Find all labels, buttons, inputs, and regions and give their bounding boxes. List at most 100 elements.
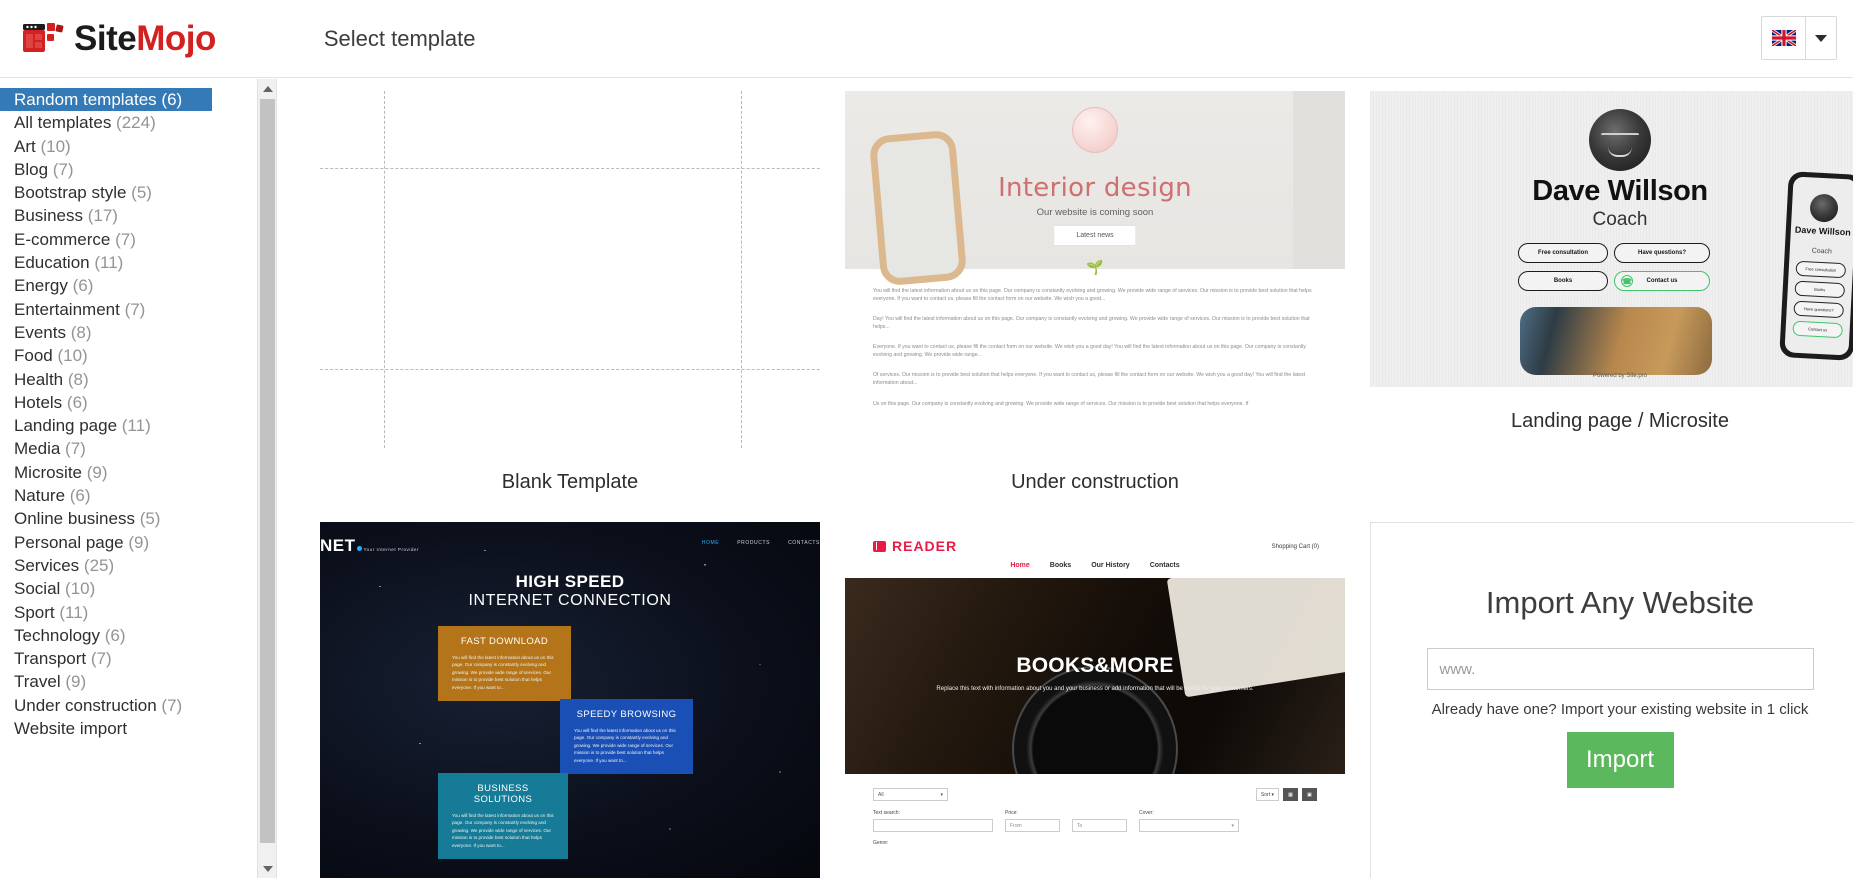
sidebar-item-energy[interactable]: Energy (6) [0,274,255,297]
template-card-reader[interactable]: READER Shopping Cart (0) Home Books Our … [845,522,1345,878]
sidebar-item-website-import[interactable]: Website import [0,717,255,740]
sidebar-item-hotels[interactable]: Hotels (6) [0,391,255,414]
sidebar-item-online-business[interactable]: Online business (5) [0,507,255,530]
united-kingdom-flag-icon[interactable] [1762,17,1806,59]
sidebar-item-personal-page[interactable]: Personal page (9) [0,531,255,554]
sidebar-item-travel[interactable]: Travel (9) [0,670,255,693]
sidebar-item-entertainment[interactable]: Entertainment (7) [0,298,255,321]
sidebar-item-count: (6) [67,276,94,296]
template-card-blank[interactable]: Blank Template [320,91,820,502]
net-headline-line2: INTERNET CONNECTION [468,592,672,609]
sidebar-item-media[interactable]: Media (7) [0,437,255,460]
sidebar-item-blog[interactable]: Blog (7) [0,158,255,181]
sidebar-item-food[interactable]: Food (10) [0,344,255,367]
sidebar-item-health[interactable]: Health (8) [0,368,255,391]
sidebar-item-label: Health [14,369,64,389]
sidebar-item-all-templates[interactable]: All templates (224) [0,111,255,134]
uc-latest-news-button[interactable]: Latest news [1053,225,1137,246]
lp-button-contact-us[interactable]: ☎ Contact us [1614,271,1710,291]
uc-paragraph: Us on this page. Our company is constant… [873,400,1249,407]
sidebar-item-label: Business [14,206,83,226]
net-card-fast-download: FAST DOWNLOAD You will find the latest i… [438,626,571,702]
sidebar-item-label: Website import [14,719,128,739]
sidebar-item-label: Sport [14,602,55,622]
sidebar-item-label: Online business [14,509,135,529]
lp-button-books[interactable]: Books [1518,271,1608,291]
reader-price-to-input[interactable]: To [1072,819,1127,832]
sidebar-item-label: Entertainment [14,299,120,319]
sidebar-item-microsite[interactable]: Microsite (9) [0,461,255,484]
template-card-net[interactable]: NET Your Internet Provider HOME PRODUCTS … [320,522,820,878]
sidebar-item-business[interactable]: Business (17) [0,204,255,227]
template-thumbnail-blank[interactable] [320,91,820,448]
brand-logo[interactable]: SiteMojo [22,19,216,59]
sidebar-scrollbar[interactable] [257,79,276,878]
sidebar-item-label: Transport [14,649,87,669]
reader-category-select[interactable]: All ▾ [873,788,948,801]
list-view-icon[interactable]: ▣ [1302,788,1317,801]
sidebar-item-landing-page[interactable]: Landing page (11) [0,414,255,437]
sidebar-item-art[interactable]: Art (10) [0,135,255,158]
sidebar-item-social[interactable]: Social (10) [0,577,255,600]
sidebar-item-label: Services [14,555,80,575]
reader-cover-select[interactable]: ▾ [1139,819,1239,832]
sidebar-item-transport[interactable]: Transport (7) [0,647,255,670]
lp-phone-mockup: Dave Willson Coach Free consultation Boo… [1779,171,1853,361]
sidebar-item-label: Travel [14,672,61,692]
scroll-arrow-up-icon[interactable] [258,79,276,98]
sidebar-item-count: (10) [60,579,96,599]
sidebar-item-services[interactable]: Services (25) [0,554,255,577]
template-thumbnail-net[interactable]: NET Your Internet Provider HOME PRODUCTS … [320,522,820,878]
reader-text-search-input[interactable] [873,819,993,832]
sidebar-item-count: (10) [52,346,88,366]
scrollbar-thumb[interactable] [260,99,275,843]
reader-nav-books: Books [1049,562,1072,569]
reader-hero-subtitle: Replace this text with information about… [936,686,1254,692]
sidebar-item-education[interactable]: Education (11) [0,251,255,274]
plant-decoration-icon: 🌱 [1086,259,1104,275]
chevron-down-icon[interactable] [1806,17,1836,59]
sidebar-item-count: (6) [100,625,126,645]
sidebar-item-nature[interactable]: Nature (6) [0,484,255,507]
category-sidebar: Random templates (6) All templates (224) A… [0,79,277,878]
sidebar-item-label: Energy [14,276,68,296]
template-thumbnail-landing-microsite[interactable]: Dave Willson Coach Free consultation Hav… [1370,91,1853,387]
lp-powered-brand: Site.pro [1626,373,1648,379]
category-list: Random templates (6) All templates (224) A… [0,88,255,740]
sidebar-item-count: (9) [60,672,87,692]
sidebar-item-label: Education [14,253,90,273]
reader-category-value: All [878,791,884,798]
sidebar-item-technology[interactable]: Technology (6) [0,624,255,647]
scroll-arrow-down-icon[interactable] [258,859,276,878]
language-selector[interactable] [1761,16,1837,60]
sidebar-item-events[interactable]: Events (8) [0,321,255,344]
sidebar-item-label: Landing page [14,416,118,436]
import-button[interactable]: Import [1566,732,1674,788]
reader-sort-button[interactable]: Sort ▾ [1255,788,1279,801]
grid-view-icon[interactable]: ▦ [1283,788,1298,801]
uc-hero-title: Interior design [998,173,1192,203]
template-thumbnail-under-construction[interactable]: Interior design Our website is coming so… [845,91,1345,448]
lp-button-free-consultation[interactable]: Free consultation [1518,243,1608,263]
sidebar-item-random-templates[interactable]: Random templates (6) [0,88,212,112]
sidebar-item-count: (9) [123,532,150,552]
sidebar-item-bootstrap-style[interactable]: Bootstrap style (5) [0,181,255,204]
net-canvas: NET Your Internet Provider HOME PRODUCTS … [320,522,820,878]
lp-button-have-questions[interactable]: Have questions? [1614,243,1710,263]
sidebar-item-count: (7) [60,439,86,459]
app-header: SiteMojo Select template [0,0,1853,78]
reader-price-from-input[interactable]: From [1005,819,1060,832]
sidebar-item-e-commerce[interactable]: E-commerce (7) [0,228,255,251]
reader-sort-label: Sort [1260,791,1271,798]
template-card-landing-microsite[interactable]: Dave Willson Coach Free consultation Hav… [1370,91,1853,502]
sidebar-item-count: (10) [35,136,71,156]
sidebar-item-count: (7) [86,649,112,669]
reader-logo: READER [873,538,957,554]
import-url-input[interactable]: www. [1426,648,1814,690]
template-card-under-construction[interactable]: Interior design Our website is coming so… [845,91,1345,502]
sidebar-item-sport[interactable]: Sport (11) [0,601,255,624]
shopping-cart-label: Shopping Cart (0) [1271,544,1319,550]
template-thumbnail-reader[interactable]: READER Shopping Cart (0) Home Books Our … [845,522,1345,878]
sidebar-item-label: Blog [14,159,49,179]
sidebar-item-under-construction[interactable]: Under construction (7) [0,694,255,717]
